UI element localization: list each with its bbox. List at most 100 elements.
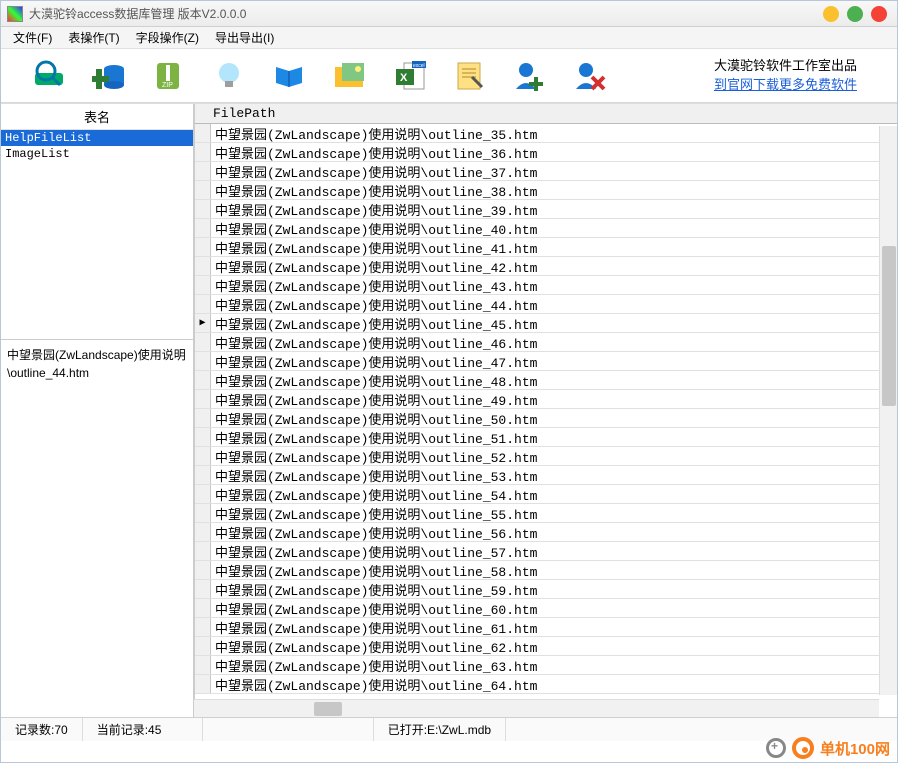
minimize-button[interactable] — [823, 6, 839, 22]
table-row[interactable]: 中望景园(ZwLandscape)使用说明\outline_47.htm — [195, 352, 897, 371]
app-icon — [7, 6, 23, 22]
row-indicator — [195, 352, 211, 370]
menu-table-ops[interactable]: 表操作(T) — [62, 27, 125, 48]
table-row[interactable]: 中望景园(ZwLandscape)使用说明\outline_39.htm — [195, 200, 897, 219]
row-indicator — [195, 580, 211, 598]
table-row[interactable]: 中望景园(ZwLandscape)使用说明\outline_36.htm — [195, 143, 897, 162]
filepath-cell: 中望景园(ZwLandscape)使用说明\outline_45.htm — [211, 314, 537, 333]
user-remove-icon[interactable] — [571, 58, 607, 94]
user-add-icon[interactable] — [511, 58, 547, 94]
svg-text:excel: excel — [413, 63, 425, 69]
filepath-cell: 中望景园(ZwLandscape)使用说明\outline_48.htm — [211, 371, 537, 390]
table-row[interactable]: 中望景园(ZwLandscape)使用说明\outline_44.htm — [195, 295, 897, 314]
watermark-text: 单机100网 — [820, 738, 890, 759]
filepath-cell: 中望景园(ZwLandscape)使用说明\outline_54.htm — [211, 485, 537, 504]
table-row[interactable]: 中望景园(ZwLandscape)使用说明\outline_56.htm — [195, 523, 897, 542]
table-list-header: 表名 — [1, 104, 193, 130]
table-row[interactable]: 中望景园(ZwLandscape)使用说明\outline_51.htm — [195, 428, 897, 447]
folder-image-icon[interactable] — [331, 58, 367, 94]
menu-file[interactable]: 文件(F) — [7, 27, 58, 48]
table-row[interactable]: 中望景园(ZwLandscape)使用说明\outline_50.htm — [195, 409, 897, 428]
table-row[interactable]: 中望景园(ZwLandscape)使用说明\outline_42.htm — [195, 257, 897, 276]
row-indicator — [195, 466, 211, 484]
vertical-scroll-thumb[interactable] — [882, 246, 896, 406]
row-indicator — [195, 523, 211, 541]
grid-column-header[interactable]: FilePath — [195, 104, 897, 124]
watermark-icon-dot — [792, 737, 814, 759]
table-row[interactable]: 中望景园(ZwLandscape)使用说明\outline_40.htm — [195, 219, 897, 238]
table-list[interactable]: HelpFileListImageList — [1, 130, 193, 340]
table-item[interactable]: HelpFileList — [1, 130, 193, 146]
filepath-cell: 中望景园(ZwLandscape)使用说明\outline_64.htm — [211, 675, 537, 694]
table-row[interactable]: 中望景园(ZwLandscape)使用说明\outline_38.htm — [195, 181, 897, 200]
filepath-cell: 中望景园(ZwLandscape)使用说明\outline_51.htm — [211, 428, 537, 447]
horizontal-scroll-thumb[interactable] — [314, 702, 342, 716]
row-indicator — [195, 295, 211, 313]
horizontal-scrollbar[interactable] — [194, 699, 879, 717]
table-row[interactable]: 中望景园(ZwLandscape)使用说明\outline_57.htm — [195, 542, 897, 561]
row-indicator — [195, 409, 211, 427]
clipboard-icon[interactable] — [451, 58, 487, 94]
row-indicator — [195, 333, 211, 351]
filepath-cell: 中望景园(ZwLandscape)使用说明\outline_43.htm — [211, 276, 537, 295]
window-title: 大漠驼铃access数据库管理 版本V2.0.0.0 — [29, 5, 823, 22]
table-row[interactable]: 中望景园(ZwLandscape)使用说明\outline_37.htm — [195, 162, 897, 181]
table-row[interactable]: 中望景园(ZwLandscape)使用说明\outline_55.htm — [195, 504, 897, 523]
close-button[interactable] — [871, 6, 887, 22]
table-row[interactable]: 中望景园(ZwLandscape)使用说明\outline_46.htm — [195, 333, 897, 352]
filepath-cell: 中望景园(ZwLandscape)使用说明\outline_56.htm — [211, 523, 537, 542]
filepath-cell: 中望景园(ZwLandscape)使用说明\outline_35.htm — [211, 124, 537, 143]
db-add-icon[interactable] — [91, 58, 127, 94]
toolbar: ZIP Xexcel 大漠驼铃软件工作室出品 到官网下载更多免费软件 — [1, 49, 897, 103]
row-indicator — [195, 143, 211, 161]
table-row[interactable]: 中望景园(ZwLandscape)使用说明\outline_58.htm — [195, 561, 897, 580]
excel-export-icon[interactable]: Xexcel — [391, 58, 427, 94]
filepath-cell: 中望景园(ZwLandscape)使用说明\outline_52.htm — [211, 447, 537, 466]
status-spacer — [203, 718, 373, 741]
table-row[interactable]: 中望景园(ZwLandscape)使用说明\outline_59.htm — [195, 580, 897, 599]
menu-field-ops[interactable]: 字段操作(Z) — [130, 27, 205, 48]
filepath-cell: 中望景园(ZwLandscape)使用说明\outline_42.htm — [211, 257, 537, 276]
row-indicator — [195, 561, 211, 579]
row-indicator — [195, 390, 211, 408]
row-indicator — [195, 542, 211, 560]
book-icon[interactable] — [271, 58, 307, 94]
table-row[interactable]: 中望景园(ZwLandscape)使用说明\outline_64.htm — [195, 675, 897, 694]
table-row[interactable]: 中望景园(ZwLandscape)使用说明\outline_61.htm — [195, 618, 897, 637]
table-row[interactable]: 中望景园(ZwLandscape)使用说明\outline_60.htm — [195, 599, 897, 618]
filepath-cell: 中望景园(ZwLandscape)使用说明\outline_53.htm — [211, 466, 537, 485]
row-indicator — [195, 618, 211, 636]
row-indicator — [195, 485, 211, 503]
status-current-record: 当前记录:45 — [83, 718, 203, 741]
lightbulb-icon[interactable] — [211, 58, 247, 94]
filepath-cell: 中望景园(ZwLandscape)使用说明\outline_46.htm — [211, 333, 537, 352]
statusbar: 记录数:70 当前记录:45 已打开:E:\ZwL.mdb — [1, 717, 897, 741]
row-indicator — [195, 637, 211, 655]
table-row[interactable]: 中望景园(ZwLandscape)使用说明\outline_43.htm — [195, 276, 897, 295]
disk-scan-icon[interactable] — [31, 58, 67, 94]
promo-link[interactable]: 到官网下载更多免费软件 — [714, 77, 857, 92]
row-indicator — [195, 219, 211, 237]
table-row[interactable]: 中望景园(ZwLandscape)使用说明\outline_63.htm — [195, 656, 897, 675]
filepath-cell: 中望景园(ZwLandscape)使用说明\outline_62.htm — [211, 637, 537, 656]
table-row[interactable]: 中望景园(ZwLandscape)使用说明\outline_35.htm — [195, 124, 897, 143]
row-indicator — [195, 124, 211, 142]
filepath-cell: 中望景园(ZwLandscape)使用说明\outline_61.htm — [211, 618, 537, 637]
table-item[interactable]: ImageList — [1, 146, 193, 162]
table-row[interactable]: 中望景园(ZwLandscape)使用说明\outline_41.htm — [195, 238, 897, 257]
table-row[interactable]: 中望景园(ZwLandscape)使用说明\outline_54.htm — [195, 485, 897, 504]
menu-export[interactable]: 导出导出(I) — [209, 27, 280, 48]
table-row[interactable]: ▶中望景园(ZwLandscape)使用说明\outline_45.htm — [195, 314, 897, 333]
table-row[interactable]: 中望景园(ZwLandscape)使用说明\outline_62.htm — [195, 637, 897, 656]
vertical-scrollbar[interactable] — [879, 126, 897, 695]
row-indicator — [195, 371, 211, 389]
table-row[interactable]: 中望景园(ZwLandscape)使用说明\outline_48.htm — [195, 371, 897, 390]
table-row[interactable]: 中望景园(ZwLandscape)使用说明\outline_49.htm — [195, 390, 897, 409]
zip-icon[interactable]: ZIP — [151, 58, 187, 94]
filepath-cell: 中望景园(ZwLandscape)使用说明\outline_39.htm — [211, 200, 537, 219]
table-row[interactable]: 中望景园(ZwLandscape)使用说明\outline_52.htm — [195, 447, 897, 466]
maximize-button[interactable] — [847, 6, 863, 22]
table-row[interactable]: 中望景园(ZwLandscape)使用说明\outline_53.htm — [195, 466, 897, 485]
grid-body[interactable]: 中望景园(ZwLandscape)使用说明\outline_35.htm中望景园… — [195, 124, 897, 696]
filepath-cell: 中望景园(ZwLandscape)使用说明\outline_59.htm — [211, 580, 537, 599]
